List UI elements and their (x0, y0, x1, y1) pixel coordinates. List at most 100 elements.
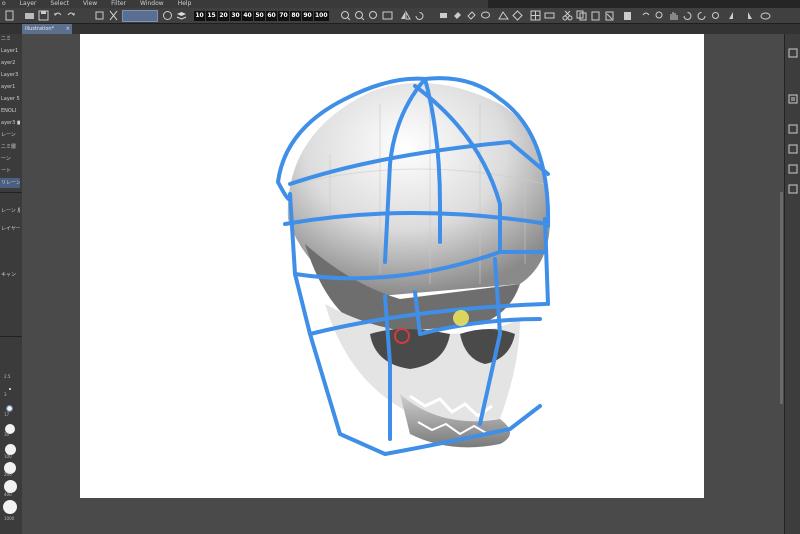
layer-row-selected[interactable]: リレーン (0, 178, 20, 188)
menu-view[interactable]: View (83, 0, 97, 8)
history-icon[interactable] (788, 124, 798, 134)
ruler-icon[interactable] (544, 10, 555, 21)
brush-size-value: 3 (4, 392, 7, 397)
brush-size-value: 400 (4, 492, 12, 497)
tab-label: illustration* (25, 26, 55, 32)
size-preset[interactable]: 70 (278, 11, 289, 21)
divider (0, 336, 22, 337)
zoom-fit-icon[interactable] (368, 10, 379, 21)
save-icon[interactable] (38, 10, 49, 21)
command-bar: 10 15 20 30 40 50 60 70 80 90 100 (0, 8, 800, 24)
sub-view-icon[interactable] (788, 184, 798, 194)
size-preset[interactable]: 40 (242, 11, 253, 21)
copy-icon[interactable] (576, 10, 587, 21)
cloud-icon[interactable] (760, 10, 771, 21)
flip-h-icon[interactable] (728, 10, 739, 21)
paste-icon[interactable] (590, 10, 601, 21)
size-preset[interactable]: 10 (194, 11, 205, 21)
layer-row[interactable]: ayer1 (0, 82, 20, 92)
clear-icon[interactable] (604, 10, 615, 21)
diamond-icon[interactable] (512, 10, 523, 21)
help-icon[interactable] (162, 10, 173, 21)
property-icon[interactable] (788, 94, 798, 104)
magnify-icon[interactable] (654, 10, 665, 21)
layer-row[interactable]: Layer3 (0, 70, 20, 80)
menu-filter[interactable]: Filter (111, 0, 126, 8)
vertical-scrollbar[interactable] (780, 192, 783, 404)
lasso-icon[interactable] (480, 10, 491, 21)
layer-row[interactable]: ニミ層 (0, 142, 20, 152)
size-preset[interactable]: 90 (302, 11, 313, 21)
flip-v-icon[interactable] (742, 10, 753, 21)
fill-icon[interactable] (452, 10, 463, 21)
layer-row[interactable]: レイヤー (0, 224, 20, 234)
left-panel: ニミ Layer1 ayer2 Layer3 ayer1 Layer 5 ENO… (0, 34, 23, 534)
size-preset[interactable]: 60 (266, 11, 277, 21)
brush-size-dot[interactable] (3, 500, 17, 514)
rotate-icon[interactable] (414, 10, 425, 21)
cut-icon[interactable] (108, 10, 119, 21)
close-icon[interactable]: × (66, 24, 70, 34)
brush-size-presets: 10 15 20 30 40 50 60 70 80 90 100 (194, 11, 329, 21)
size-preset[interactable]: 80 (290, 11, 301, 21)
layer-row[interactable]: キャン (0, 270, 20, 280)
brush-size-value: 200 (4, 472, 12, 477)
navigator-icon[interactable] (788, 164, 798, 174)
menu-layer[interactable]: Layer (20, 0, 37, 8)
size-preset[interactable]: 30 (230, 11, 241, 21)
brush-size-value: 17 (4, 412, 10, 417)
layer-row[interactable]: レーン (0, 130, 20, 140)
transform-icon[interactable] (94, 10, 105, 21)
menu-file[interactable]: o (2, 0, 6, 8)
layer-row[interactable]: ayer3 ■ (0, 118, 20, 128)
size-preset[interactable]: 20 (218, 11, 229, 21)
menu-help[interactable]: Help (178, 0, 192, 8)
undo-alt-icon[interactable] (640, 10, 651, 21)
size-preset[interactable]: 50 (254, 11, 265, 21)
layer-row[interactable]: ーン (0, 154, 20, 164)
rotate-left-icon[interactable] (682, 10, 693, 21)
clear-out-icon[interactable] (622, 10, 633, 21)
zoom-in-icon[interactable] (340, 10, 351, 21)
layer-row[interactable]: ENOLI (0, 106, 20, 116)
selection-tools-group[interactable] (122, 10, 158, 22)
layer-row[interactable]: Layer1 (0, 46, 20, 56)
layer-row[interactable]: ニミ (0, 34, 20, 44)
brush-size-value: 30 (4, 432, 10, 437)
scissors-icon[interactable] (562, 10, 573, 21)
fill-alt-icon[interactable] (466, 10, 477, 21)
brush-size-dot-selected[interactable] (6, 405, 13, 412)
menu-select[interactable]: Select (50, 0, 69, 8)
size-preset[interactable]: 15 (206, 11, 217, 21)
right-panel-strip (784, 34, 800, 534)
zoom-out-icon[interactable] (354, 10, 365, 21)
hand-icon[interactable] (668, 10, 679, 21)
layer-row[interactable]: ayer2 (0, 58, 20, 68)
material-icon[interactable] (788, 144, 798, 154)
undo-icon[interactable] (52, 10, 63, 21)
open-icon[interactable] (24, 10, 35, 21)
brush-size-dot[interactable] (9, 388, 11, 390)
layer-row[interactable]: ート (0, 166, 20, 176)
rotate-right-icon[interactable] (696, 10, 707, 21)
drawing-canvas[interactable] (80, 34, 704, 498)
fit-window-icon[interactable] (382, 10, 393, 21)
layer-row[interactable]: Layer 5 (0, 94, 20, 104)
flip-icon[interactable] (400, 10, 411, 21)
new-file-icon[interactable] (4, 10, 15, 21)
menu-window[interactable]: Window (140, 0, 164, 8)
redo-icon[interactable] (66, 10, 77, 21)
brush-size-value: 100 (4, 454, 12, 459)
layer-icon[interactable] (788, 48, 798, 58)
tab-illustration[interactable]: illustration* × (22, 24, 72, 34)
layer-row[interactable]: レーン 層 (0, 206, 20, 216)
size-preset[interactable]: 100 (314, 11, 329, 21)
layer-stack-icon[interactable] (176, 10, 187, 21)
shape-icon[interactable] (498, 10, 509, 21)
divider (0, 192, 22, 193)
eraser-icon[interactable] (438, 10, 449, 21)
brush-size-value: 2.5 (4, 374, 11, 379)
yellow-marker (453, 310, 469, 326)
reset-view-icon[interactable] (710, 10, 721, 21)
grid-icon[interactable] (530, 10, 541, 21)
